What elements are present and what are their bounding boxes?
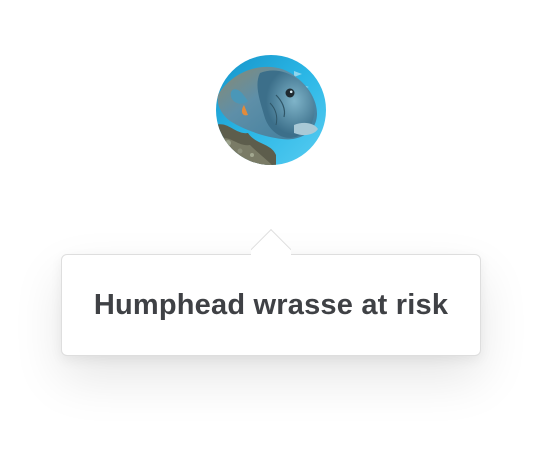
humphead-wrasse-icon — [216, 55, 326, 165]
tooltip-popover: Humphead wrasse at risk — [61, 254, 481, 356]
stage: Humphead wrasse at risk — [0, 0, 542, 458]
tooltip-text: Humphead wrasse at risk — [93, 288, 449, 321]
tooltip-arrow — [251, 229, 291, 255]
avatar[interactable] — [216, 55, 326, 165]
